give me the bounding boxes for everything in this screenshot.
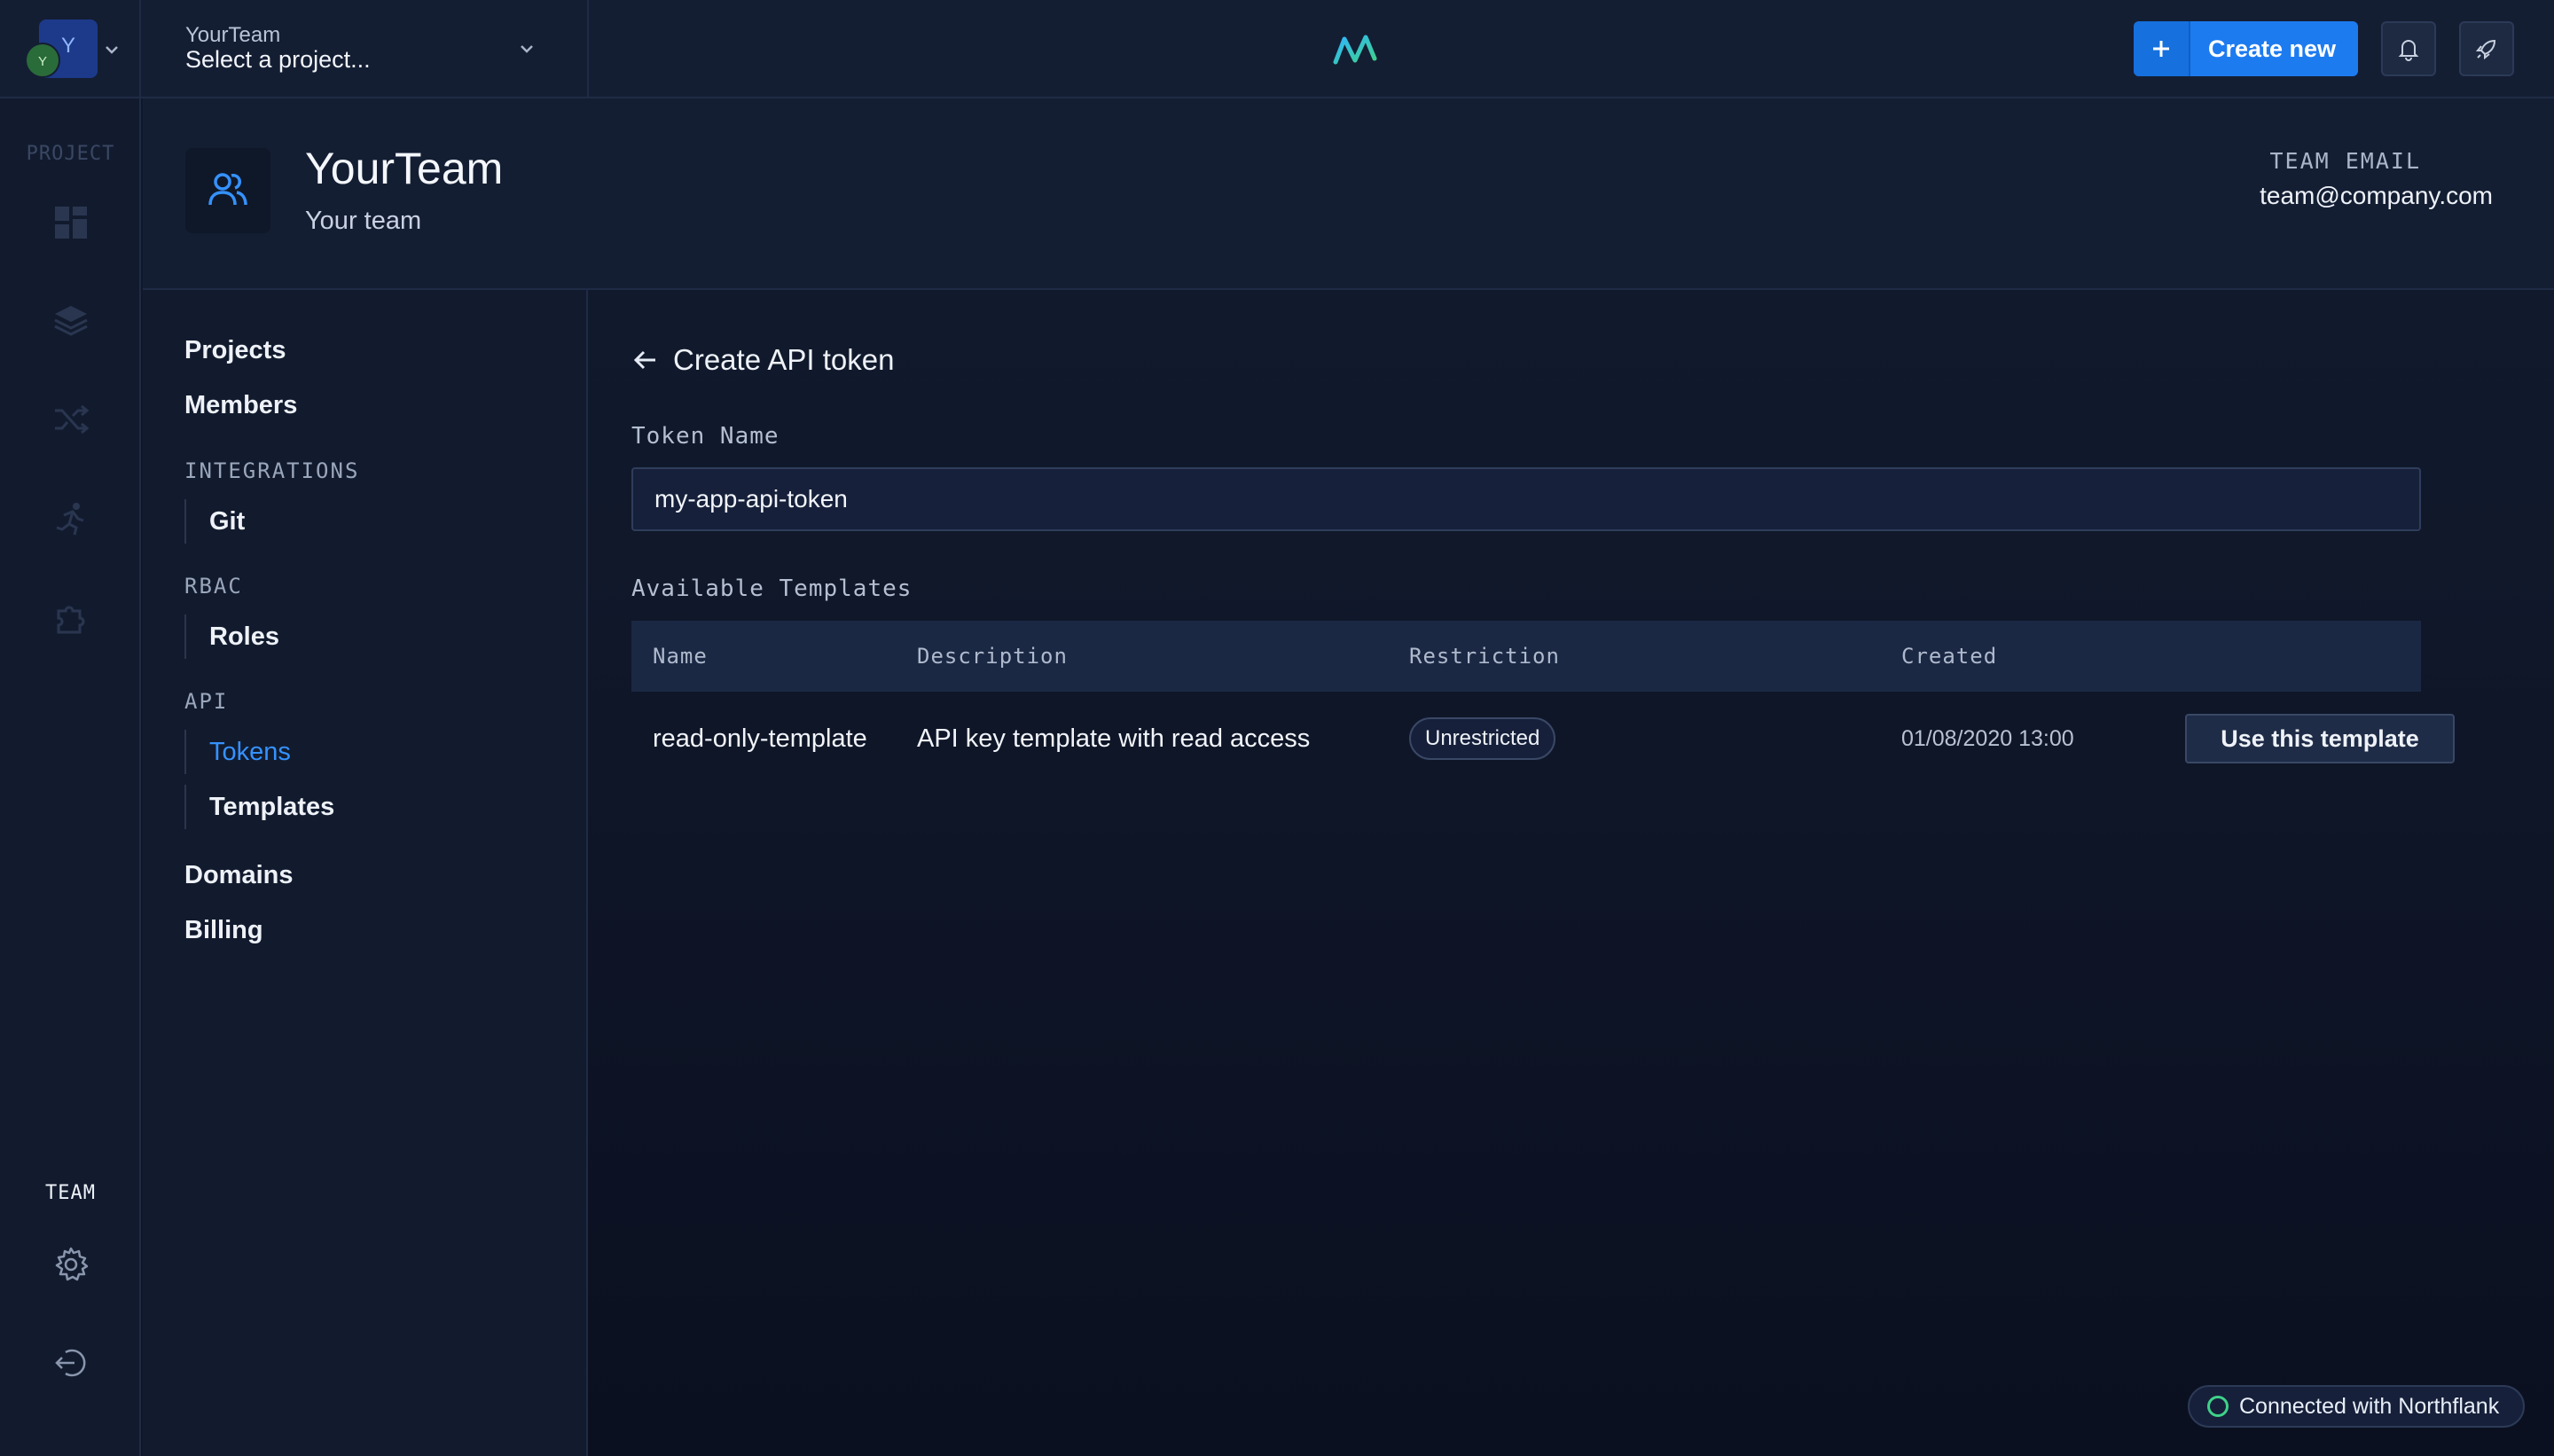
- nav-roles[interactable]: Roles: [184, 614, 279, 659]
- rocket-icon: [2475, 39, 2496, 60]
- token-name-input[interactable]: [631, 467, 2421, 531]
- nav-domains[interactable]: Domains: [184, 861, 293, 890]
- column-header-description: Description: [917, 644, 1068, 669]
- token-name-label: Token Name: [631, 423, 780, 450]
- project-selector-placeholder: Select a project...: [185, 46, 371, 73]
- team-logo: [185, 148, 270, 233]
- nav-tokens[interactable]: Tokens: [184, 730, 291, 774]
- nav-projects[interactable]: Projects: [184, 336, 286, 365]
- team-header: YourTeam Your team TEAM EMAIL team@compa…: [143, 98, 2554, 290]
- deploy-button[interactable]: [2459, 21, 2514, 76]
- page-header: Create API token: [631, 343, 894, 377]
- available-templates-label: Available Templates: [631, 575, 913, 602]
- runner-icon[interactable]: [51, 499, 90, 538]
- nav-templates[interactable]: Templates: [184, 785, 334, 829]
- nav-git[interactable]: Git: [184, 499, 245, 544]
- create-new-button[interactable]: Create new: [2134, 21, 2358, 76]
- puzzle-icon[interactable]: [51, 599, 90, 638]
- logout-icon[interactable]: [51, 1343, 90, 1382]
- nav-billing[interactable]: Billing: [184, 916, 263, 945]
- template-name: read-only-template: [653, 724, 867, 753]
- main-content: Create API token Token Name Available Te…: [588, 290, 2554, 1456]
- restriction-badge: Unrestricted: [1409, 717, 1556, 760]
- rail-project-label: PROJECT: [26, 143, 115, 165]
- template-description: API key template with read access: [917, 724, 1311, 753]
- team-name: YourTeam: [305, 144, 504, 193]
- rail-team-label: TEAM: [45, 1182, 96, 1204]
- chevron-down-icon[interactable]: [517, 39, 537, 59]
- notifications-button[interactable]: [2381, 21, 2436, 76]
- nav-members[interactable]: Members: [184, 391, 297, 420]
- column-header-created: Created: [1901, 644, 1998, 669]
- use-template-button[interactable]: Use this template: [2185, 714, 2455, 763]
- connection-status-text: Connected with Northflank: [2239, 1393, 2500, 1419]
- chevron-down-icon[interactable]: [103, 41, 121, 59]
- templates-table: Name Description Restriction Created rea…: [631, 621, 2455, 786]
- project-selector-team: YourTeam: [185, 23, 281, 47]
- users-icon: [208, 173, 247, 206]
- column-header-restriction: Restriction: [1409, 644, 1560, 669]
- team-switcher[interactable]: Y Y: [0, 0, 141, 98]
- nav-rbac-label: RBAC: [184, 574, 243, 599]
- plus-icon[interactable]: [2134, 21, 2190, 76]
- project-selector[interactable]: YourTeam Select a project...: [141, 0, 589, 98]
- dashboard-icon[interactable]: [51, 203, 90, 242]
- nav-integrations-label: INTEGRATIONS: [184, 458, 360, 483]
- team-settings-nav: Projects Members INTEGRATIONS Git RBAC R…: [143, 290, 588, 1456]
- connection-status[interactable]: Connected with Northflank: [2188, 1385, 2525, 1428]
- arrow-left-icon[interactable]: [631, 345, 661, 375]
- team-email: team@company.com: [2260, 182, 2493, 209]
- create-new-label: Create new: [2208, 35, 2337, 62]
- bell-icon: [2398, 40, 2419, 61]
- status-indicator-icon: [2207, 1396, 2229, 1417]
- northflank-logo-icon[interactable]: [1330, 30, 1380, 69]
- table-header: Name Description Restriction Created: [631, 621, 2421, 692]
- layers-icon[interactable]: [51, 301, 90, 340]
- page-title: Create API token: [673, 343, 895, 376]
- table-row: read-only-template API key template with…: [631, 692, 2455, 786]
- top-bar: Y Y YourTeam Select a project... Create …: [0, 0, 2554, 98]
- left-rail: PROJECT TEAM: [0, 98, 141, 1456]
- team-description: Your team: [305, 207, 422, 235]
- team-email-label: TEAM EMAIL: [2269, 148, 2421, 174]
- nav-api-label: API: [184, 689, 229, 714]
- template-created: 01/08/2020 13:00: [1901, 725, 2074, 751]
- shuffle-icon[interactable]: [51, 400, 90, 439]
- user-avatar[interactable]: Y: [25, 43, 60, 78]
- column-header-name: Name: [653, 644, 708, 669]
- gear-icon[interactable]: [51, 1245, 90, 1284]
